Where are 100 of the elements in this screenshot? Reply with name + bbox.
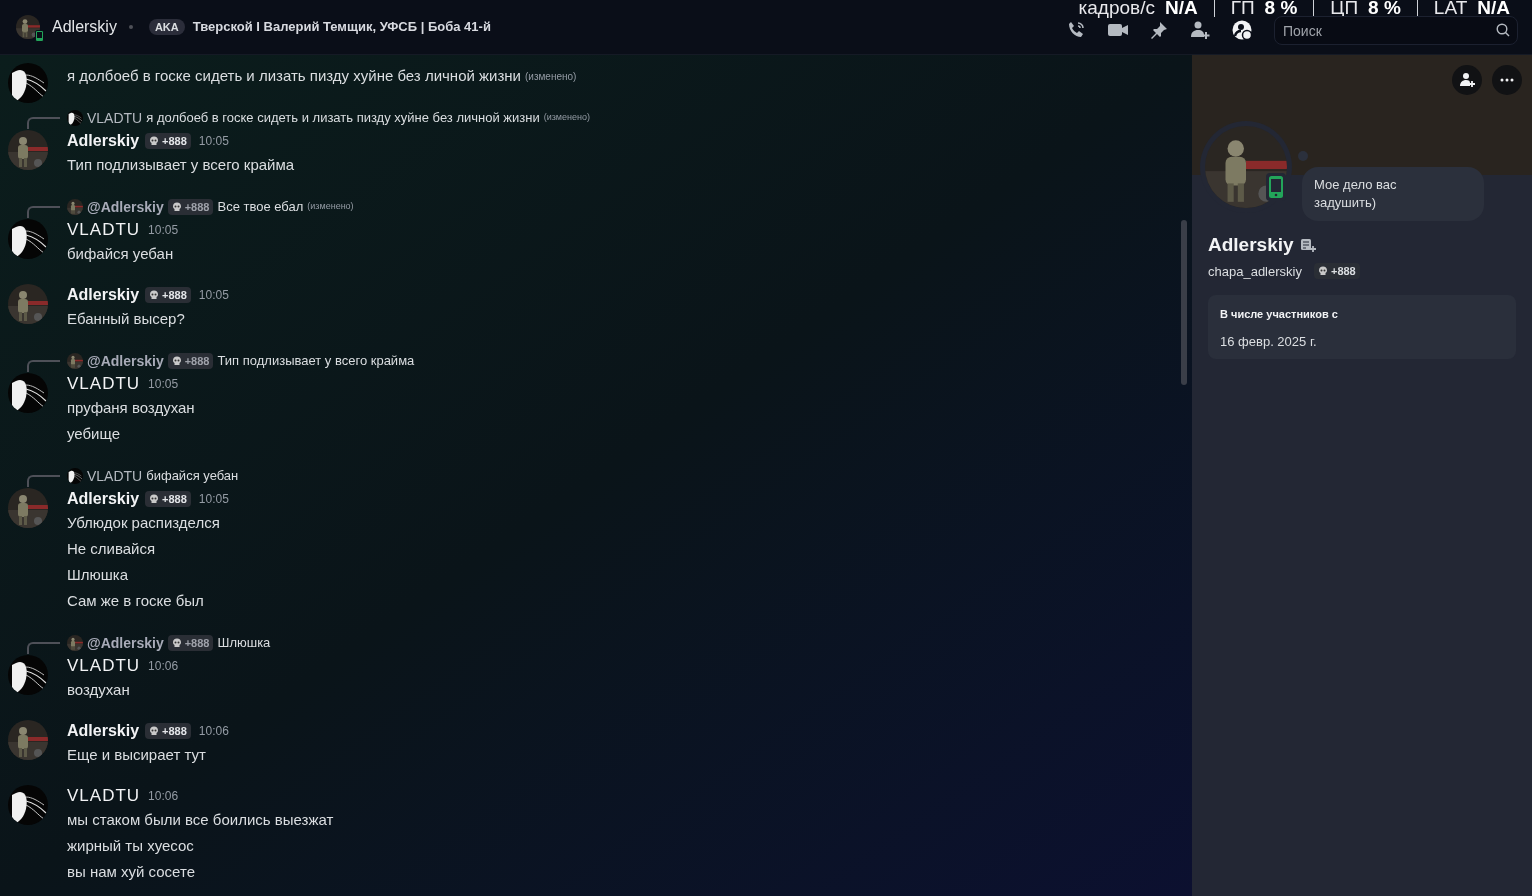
- message-text: Еще и высирает тут: [67, 744, 206, 765]
- timestamp: 10:05: [198, 287, 229, 304]
- timestamp: 10:05: [148, 222, 179, 239]
- reply-text[interactable]: Тип подлизывает у всего крайма: [217, 351, 415, 371]
- badge[interactable]: +888: [145, 491, 191, 507]
- badge[interactable]: +888: [167, 635, 214, 651]
- badge-label: +888: [184, 635, 210, 651]
- phone-call-icon[interactable]: [1066, 20, 1086, 40]
- skull-icon: [171, 638, 182, 648]
- member-date: 16 февр. 2025 г.: [1220, 332, 1318, 351]
- message-text: Шлюшка: [67, 564, 129, 585]
- stat-divider: [1213, 0, 1215, 17]
- user-profile-icon[interactable]: [1232, 20, 1252, 40]
- author-name[interactable]: VLADTU: [67, 217, 141, 243]
- search-icon: [1496, 23, 1510, 37]
- reply-author[interactable]: VLADTU: [87, 107, 143, 129]
- skull-icon: [171, 356, 182, 366]
- search-field[interactable]: Поиск: [1274, 16, 1518, 45]
- author-name[interactable]: VLADTU: [67, 653, 141, 679]
- reply-connector: [27, 475, 60, 487]
- add-friend-icon: [1459, 72, 1475, 88]
- badge-label: +888: [162, 133, 187, 149]
- reply-text[interactable]: бифайся уебан: [146, 466, 239, 486]
- status-text: Мое дело вас задушить): [1314, 177, 1397, 210]
- scrollbar[interactable]: [1181, 220, 1187, 385]
- badge[interactable]: +888: [1313, 263, 1360, 280]
- badge[interactable]: +888: [145, 287, 191, 303]
- timestamp: 10:06: [148, 658, 179, 675]
- timestamp: 10:06: [148, 788, 179, 805]
- skull-icon: [149, 290, 160, 300]
- author-name[interactable]: Adlerskiy: [67, 487, 140, 511]
- timestamp: 10:06: [198, 723, 229, 740]
- note-icon[interactable]: [1299, 238, 1316, 253]
- phone-icon: [1266, 173, 1286, 201]
- channel-name: Adlerskiy: [52, 17, 117, 37]
- tag: AKA: [148, 19, 185, 35]
- edited-label: (изменено): [307, 200, 354, 214]
- badge[interactable]: +888: [167, 199, 214, 215]
- edited-label: (изменено): [525, 69, 577, 84]
- timestamp: 10:05: [198, 133, 229, 150]
- author-name[interactable]: VLADTU: [67, 371, 141, 397]
- timestamp: 10:05: [198, 491, 229, 508]
- message-text: бифайся уебан: [67, 243, 174, 264]
- profile-name: Adlerskiy: [1208, 233, 1294, 257]
- skull-icon: [171, 202, 182, 212]
- stat-label: ГП: [1230, 0, 1255, 20]
- author-name[interactable]: Adlerskiy: [67, 719, 140, 743]
- skull-icon: [149, 494, 160, 504]
- add-friend-button[interactable]: [1452, 65, 1482, 95]
- badge-label: +888: [184, 199, 210, 215]
- more-icon: [1500, 78, 1514, 82]
- reply-connector: [27, 206, 60, 218]
- message-text: Ублюдок распизделся: [67, 512, 220, 533]
- message-text: пруфаня воздухан: [67, 397, 195, 418]
- reply-author[interactable]: @Adlerskiy: [87, 196, 164, 218]
- reply-author[interactable]: @Adlerskiy: [87, 632, 164, 654]
- message-text: я долбоеб в госке сидеть и лизать пизду хуйне без личной жизни: [67, 65, 521, 86]
- badge[interactable]: +888: [167, 353, 214, 369]
- phone-icon: [35, 30, 44, 42]
- reply-connector: [27, 642, 60, 654]
- badge-label: +888: [162, 491, 187, 507]
- badge[interactable]: +888: [145, 133, 191, 149]
- member-label: В числе участников с: [1220, 307, 1339, 322]
- timestamp: 10:05: [148, 376, 179, 393]
- message-text: мы стаком были все боились выезжат: [67, 809, 334, 830]
- message-text: Сам же в госке был: [67, 590, 204, 611]
- more-button[interactable]: [1492, 65, 1522, 95]
- add-member-icon[interactable]: [1190, 20, 1210, 40]
- skull-icon: [1317, 266, 1328, 277]
- badge-label: +888: [184, 353, 210, 369]
- skull-icon: [149, 726, 160, 736]
- author-name[interactable]: VLADTU: [67, 783, 141, 809]
- reply-text[interactable]: я долбоеб в госке сидеть и лизать пизду хуйне без личной жизни: [146, 108, 540, 128]
- badge[interactable]: +888: [145, 723, 191, 739]
- edited-label: (изменено): [543, 111, 590, 125]
- skull-icon: [149, 136, 160, 146]
- reply-text[interactable]: Все твое ебал: [217, 197, 304, 217]
- stat-divider: [1313, 0, 1315, 17]
- message-text: жирный ты хуесос: [67, 835, 194, 856]
- author-name[interactable]: Adlerskiy: [67, 283, 140, 307]
- message-text: Ебанный высер?: [67, 308, 185, 329]
- stat-value: N/A: [1164, 0, 1198, 20]
- reply-author[interactable]: @Adlerskiy: [87, 350, 164, 372]
- badge-label: +888: [162, 287, 187, 303]
- message-text: Не сливайся: [67, 538, 156, 559]
- message-text: воздухан: [67, 679, 130, 700]
- reply-text[interactable]: Шлюшка: [217, 633, 271, 653]
- channel-status: Тверской I Валерий Темщик, УФСБ | Боба 41-й: [192, 18, 491, 37]
- message-text: уебище: [67, 423, 120, 444]
- reply-author[interactable]: VLADTU: [87, 465, 143, 487]
- message-text: вы нам хуй сосете: [67, 861, 195, 882]
- badge-label: +888: [1330, 264, 1356, 279]
- reply-connector: [27, 360, 60, 372]
- video-icon[interactable]: [1108, 22, 1128, 38]
- stat-divider: [1416, 0, 1418, 17]
- pin-icon[interactable]: [1150, 21, 1168, 39]
- stat-label: кадров/с: [1078, 0, 1155, 20]
- reply-connector: [27, 117, 60, 129]
- message-text: Тип подлизывает у всего крайма: [67, 154, 295, 175]
- author-name[interactable]: Adlerskiy: [67, 129, 140, 153]
